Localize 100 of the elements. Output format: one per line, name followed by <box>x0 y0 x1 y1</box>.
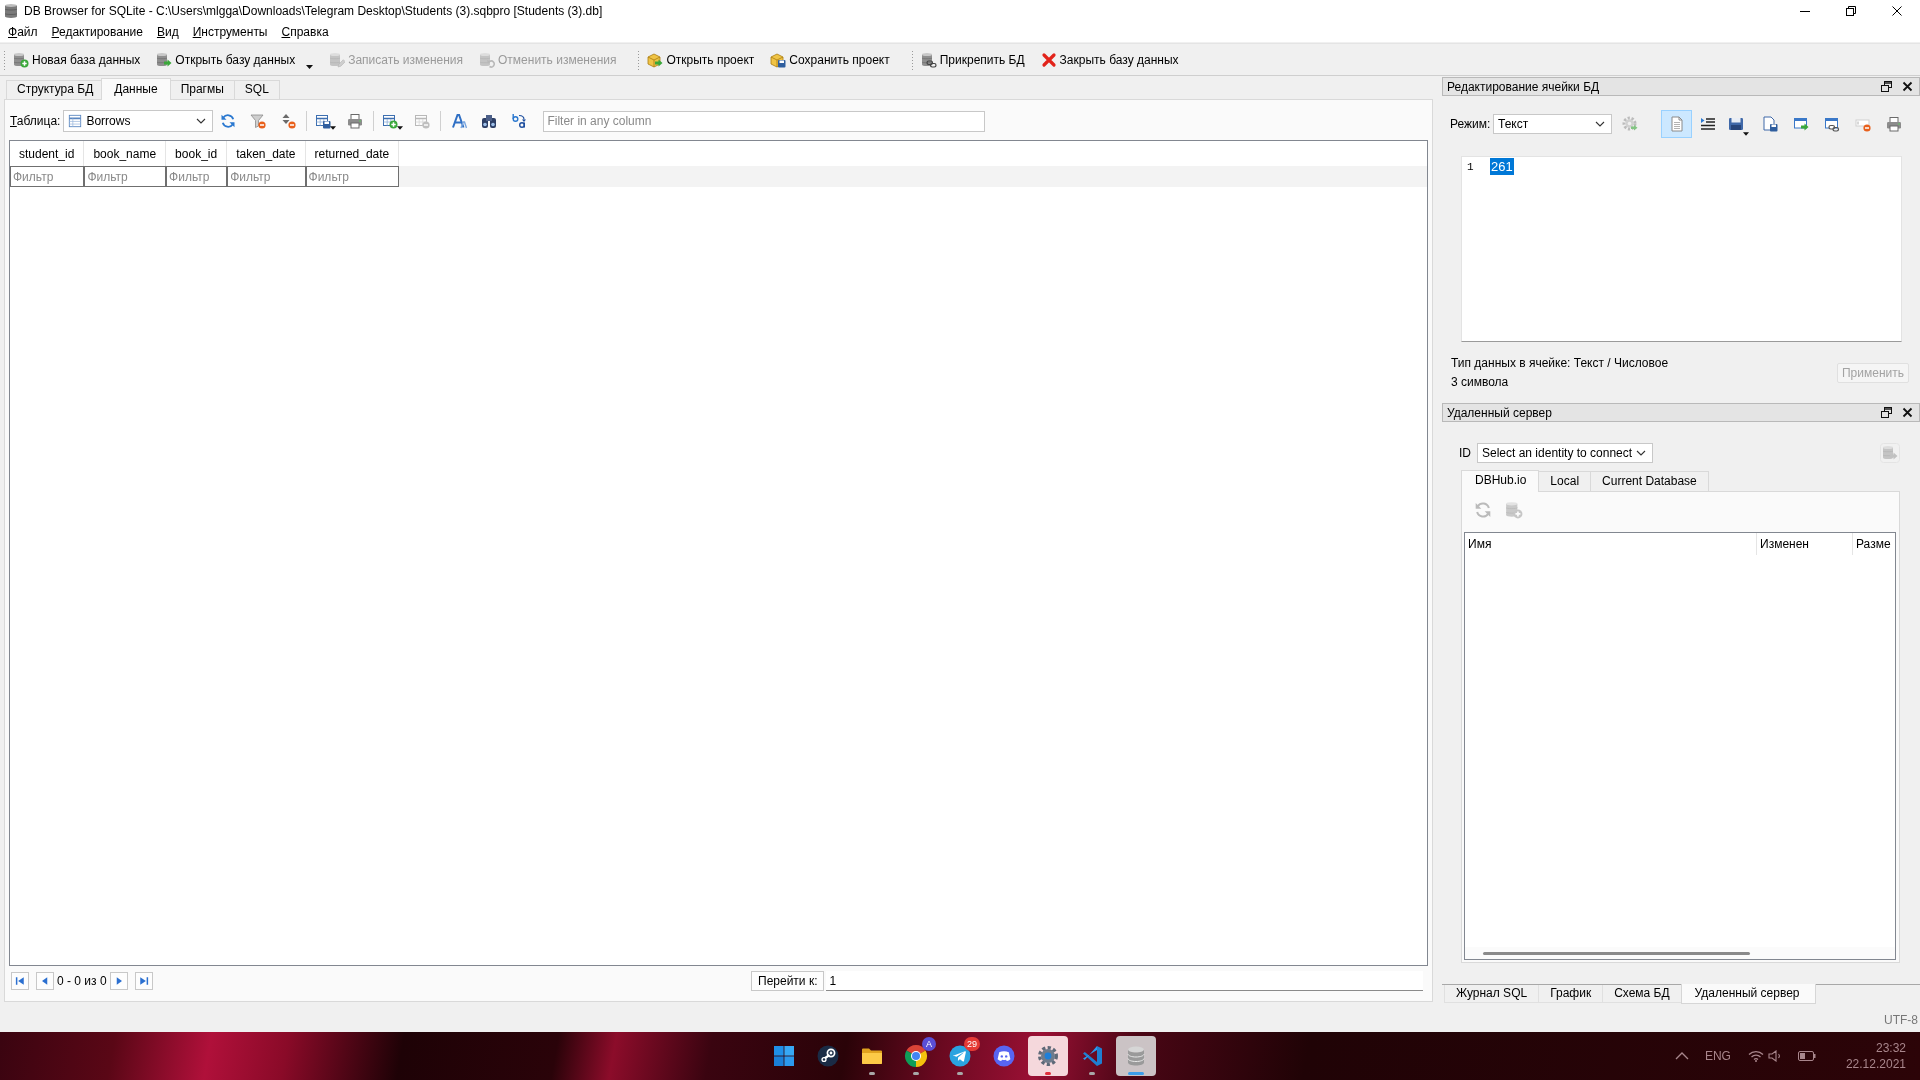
last-page-button[interactable] <box>134 972 153 990</box>
mode-select[interactable]: Текст <box>1493 114 1612 134</box>
start-icon <box>772 1044 796 1068</box>
close-icon[interactable] <box>1892 6 1902 16</box>
identity-select[interactable]: Select an identity to connect <box>1477 443 1654 463</box>
database-pencil-icon <box>329 51 346 68</box>
running-indicator <box>1089 1072 1095 1075</box>
menu-item[interactable]: Редактирование <box>44 23 150 41</box>
field-minus-icon[interactable] <box>1854 116 1871 132</box>
menu-item[interactable]: Файл <box>1 23 45 41</box>
menu-item[interactable]: Инструменты <box>185 23 275 41</box>
close-icon[interactable] <box>1902 81 1913 92</box>
tab[interactable]: График <box>1538 985 1604 1003</box>
funnel-minus-icon[interactable] <box>250 113 267 129</box>
battery-icon[interactable] <box>1797 1051 1816 1061</box>
filter-field[interactable]: Filter in any column <box>543 110 986 132</box>
toggle-button[interactable] <box>1661 110 1692 138</box>
chevron-up-icon[interactable] <box>1674 1052 1689 1060</box>
box-arrow-icon <box>647 51 664 68</box>
table-select[interactable]: Borrows <box>63 110 214 132</box>
code-editor-icon <box>1080 1044 1104 1068</box>
tab[interactable]: Данные <box>101 78 171 100</box>
sort-minus-icon[interactable] <box>280 113 297 129</box>
goto-button[interactable]: Перейти к: <box>751 971 825 991</box>
notification-badge: 29 <box>964 1037 980 1051</box>
text-editor-field[interactable]: 1 261 <box>1461 156 1902 342</box>
column-header[interactable]: Разме <box>1853 533 1895 555</box>
menu-item[interactable]: Вид <box>149 23 186 41</box>
first-page-button[interactable] <box>11 972 29 990</box>
table-icon <box>68 114 83 128</box>
goto-field[interactable]: 1 <box>826 971 1423 991</box>
gear-icon <box>1036 1044 1060 1068</box>
column-filter-field[interactable]: Фильтр <box>227 166 306 187</box>
running-indicator <box>1045 1072 1051 1075</box>
tab[interactable]: Журнал SQL <box>1444 985 1540 1003</box>
running-indicator <box>869 1072 875 1075</box>
binoculars-icon[interactable] <box>481 113 498 129</box>
notification-badge: A <box>922 1037 936 1051</box>
taskbar-button[interactable]: A <box>896 1036 936 1076</box>
tab[interactable]: Current Database <box>1590 471 1709 491</box>
font-icon[interactable] <box>451 113 468 129</box>
chevron-down-icon <box>1595 121 1605 127</box>
column-filter-field[interactable]: Фильтр <box>305 166 400 187</box>
toolbar-button[interactable]: Открыть проект <box>644 46 758 73</box>
refresh-icon[interactable] <box>220 113 237 129</box>
float-icon[interactable] <box>1881 407 1892 418</box>
toolbar-button[interactable]: Сохранить проект <box>767 46 893 73</box>
dock-title: Удаленный сервер <box>1447 405 1553 420</box>
database-undo-icon <box>479 51 496 68</box>
restore-icon[interactable] <box>1846 6 1856 16</box>
mode-label: Режим: <box>1450 117 1492 131</box>
steam-icon <box>816 1044 840 1068</box>
encoding-label: UTF-8 <box>1884 1012 1918 1027</box>
tab[interactable]: Схема БД <box>1602 985 1682 1003</box>
tab[interactable]: SQL <box>233 80 280 99</box>
chrome-icon <box>904 1044 928 1068</box>
id-label: ID <box>1459 446 1472 460</box>
running-indicator <box>913 1072 919 1075</box>
float-icon[interactable] <box>1881 81 1892 92</box>
printer-icon[interactable] <box>1885 116 1902 132</box>
indent-lines-icon[interactable] <box>1699 116 1716 132</box>
toolbar-button[interactable]: Прикрепить БД <box>917 46 1028 73</box>
scrollbar-thumb[interactable] <box>1483 951 1750 955</box>
database-arrow-icon <box>156 51 173 68</box>
database-plus-icon <box>13 51 29 68</box>
tab[interactable]: Прагмы <box>169 80 235 99</box>
tab[interactable]: Удаленный сервер <box>1680 984 1816 1004</box>
toolbar-button[interactable]: Новая база данных <box>10 46 144 73</box>
taskbar-button[interactable]: 29 <box>940 1036 980 1076</box>
next-page-button[interactable] <box>109 972 128 990</box>
document-disk-icon[interactable] <box>1761 116 1778 132</box>
window-link-icon[interactable] <box>1823 116 1840 132</box>
skip-start-icon <box>14 975 26 987</box>
language-indicator[interactable]: ENG <box>1704 1049 1731 1063</box>
clock-time[interactable]: 23:32 <box>1875 1040 1906 1056</box>
discord-icon <box>992 1044 1016 1068</box>
column-header[interactable]: Имя <box>1465 533 1757 555</box>
toolbar-button[interactable]: Закрыть базу данных <box>1037 46 1182 73</box>
tab[interactable]: DBHub.io <box>1461 470 1540 492</box>
running-indicator <box>1128 1072 1144 1075</box>
column-header[interactable]: Изменен <box>1757 533 1853 555</box>
horizontal-scrollbar[interactable] <box>1465 947 1895 959</box>
close-icon[interactable] <box>1902 407 1913 418</box>
column-filter-field[interactable]: Фильтр <box>166 166 228 187</box>
toolbar-button[interactable]: Открыть базу данных <box>153 46 317 73</box>
running-indicator <box>957 1072 963 1075</box>
table-plus-icon[interactable] <box>381 113 398 129</box>
database-icon <box>3 3 19 19</box>
find-replace-icon[interactable] <box>511 113 528 129</box>
column-filter-field[interactable]: Фильтр <box>84 166 167 187</box>
printer-icon[interactable] <box>347 113 364 129</box>
column-filter-field[interactable]: Фильтр <box>10 166 85 187</box>
wifi-icon[interactable] <box>1747 1050 1764 1062</box>
previous-page-button[interactable] <box>36 972 54 990</box>
clock-date[interactable]: 22.12.2021 <box>1845 1056 1906 1072</box>
window-title: DB Browser for SQLite - C:\Users\mlgga\Downloads\Telegram Desktop\Students (3).sqbpro [Students (3).db] <box>24 4 603 18</box>
database-link-icon <box>920 51 937 68</box>
chevron-down-icon <box>196 118 207 124</box>
menu-item[interactable]: Справка <box>274 23 336 41</box>
record-range: 0 - 0 из 0 <box>57 974 107 988</box>
